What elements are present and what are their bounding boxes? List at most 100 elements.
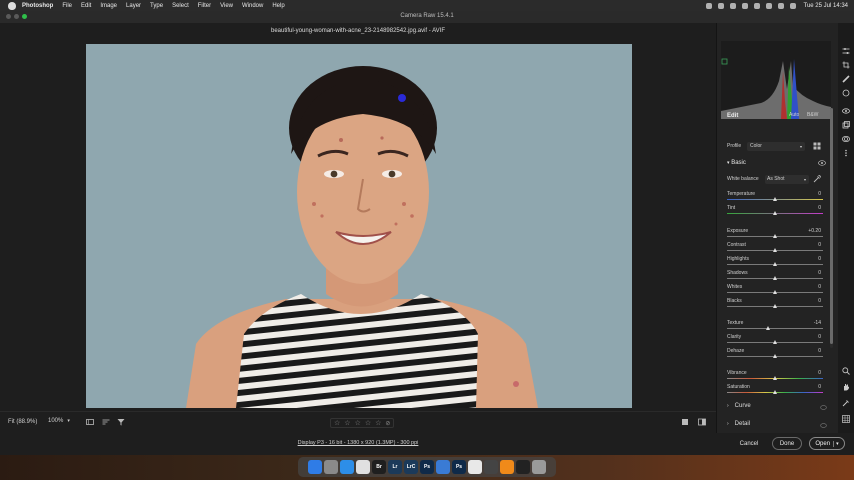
delete-flag-icon[interactable]: ⊘ [385,420,390,427]
done-button[interactable]: Done [772,437,802,450]
dock-chrome-icon[interactable] [356,460,370,474]
zoom-level-select[interactable]: 100% ▾ [48,418,70,424]
dock-launchpad-icon[interactable] [324,460,338,474]
dock-preview-icon[interactable] [436,460,450,474]
dock-terminal-icon[interactable] [516,460,530,474]
shadows-value[interactable]: 0 [818,270,821,276]
search-icon[interactable] [765,2,772,9]
contrast-value[interactable]: 0 [818,242,821,248]
eye-icon[interactable] [818,160,826,166]
detail-section-header[interactable]: › Detail [727,421,827,430]
grid-overlay-icon[interactable] [842,415,850,423]
texture-track[interactable] [727,328,823,329]
creative-cloud-icon[interactable] [717,2,724,9]
menu-help[interactable]: Help [272,3,284,9]
profile-browser-icon[interactable] [813,142,821,150]
menu-clock[interactable]: Tue 25 Jul 14:34 [804,3,848,9]
star-5[interactable]: ☆ [375,419,381,427]
tint-value[interactable]: 0 [818,205,821,211]
temperature-slider[interactable]: Temperature 0 [727,191,823,203]
more-options-icon[interactable] [842,149,850,157]
cancel-button[interactable]: Cancel [733,437,765,450]
crop-icon[interactable] [842,61,850,69]
open-button[interactable]: Open ▾ [809,437,845,450]
whites-thumb[interactable] [772,290,777,294]
filmstrip-icon[interactable] [86,418,94,426]
workflow-options-link[interactable]: Display P3 - 16 bit - 1380 x 920 (1.3MP)… [0,440,716,446]
saturation-value[interactable]: 0 [818,384,821,390]
wifi-icon[interactable] [753,2,760,9]
menu-select[interactable]: Select [172,3,189,9]
texture-thumb[interactable] [765,326,770,330]
clarity-slider[interactable]: Clarity 0 [727,334,823,346]
star-3[interactable]: ☆ [355,419,361,427]
basic-section-header[interactable]: ▾ Basic [727,160,746,166]
chevron-down-icon[interactable]: ▾ [833,440,839,447]
shadows-slider[interactable]: Shadows 0 [727,270,823,282]
headphones-icon[interactable] [729,2,736,9]
temperature-value[interactable]: 0 [818,191,821,197]
panel-scrollbar-thumb[interactable] [830,108,833,344]
star-1[interactable]: ☆ [334,419,340,427]
fit-zoom-button[interactable]: Fit (88.9%) [8,419,37,425]
dock-photoshop-icon[interactable]: Ps [420,460,434,474]
clarity-thumb[interactable] [772,340,777,344]
before-after-icon[interactable] [698,418,706,426]
menu-edit[interactable]: Edit [81,3,91,9]
star-rating[interactable]: ☆ ☆ ☆ ☆ ☆ ⊘ [330,418,395,428]
siri-icon[interactable] [789,2,796,9]
control-center-icon[interactable] [777,2,784,9]
whites-value[interactable]: 0 [818,284,821,290]
eye-icon[interactable] [820,423,827,428]
dock-bridge-icon[interactable]: Br [372,460,386,474]
star-4[interactable]: ☆ [365,419,371,427]
shadows-thumb[interactable] [772,276,777,280]
blacks-thumb[interactable] [772,304,777,308]
preview-photo[interactable] [86,44,632,408]
highlights-thumb[interactable] [772,262,777,266]
highlights-value[interactable]: 0 [818,256,821,262]
eyedropper-icon[interactable] [813,175,821,183]
masking-icon[interactable] [842,89,850,97]
highlights-slider[interactable]: Highlights 0 [727,256,823,268]
hand-tool-icon[interactable] [842,383,850,391]
dock-finder-icon[interactable] [308,460,322,474]
clarity-value[interactable]: 0 [818,334,821,340]
vibrance-value[interactable]: 0 [818,370,821,376]
tint-slider[interactable]: Tint 0 [727,205,823,217]
tint-thumb[interactable] [772,211,777,215]
star-2[interactable]: ☆ [344,419,350,427]
dock-lightroom-classic-icon[interactable]: LrC [404,460,418,474]
contrast-slider[interactable]: Contrast 0 [727,242,823,254]
dock-safari-icon[interactable] [340,460,354,474]
exposure-thumb[interactable] [773,234,778,238]
zoom-tool-icon[interactable] [842,367,850,375]
sort-icon[interactable] [102,418,110,426]
image-canvas[interactable] [0,41,716,411]
single-view-icon[interactable] [681,418,689,426]
curve-section-header[interactable]: › Curve [727,403,827,412]
texture-value[interactable]: -14 [814,320,821,326]
whites-slider[interactable]: Whites 0 [727,284,823,296]
black-white-button[interactable]: B&W [807,112,818,118]
dock-disk-utility-icon[interactable] [484,460,498,474]
menu-window[interactable]: Window [242,3,263,9]
edit-sliders-icon[interactable] [842,47,850,55]
menu-view[interactable]: View [220,3,233,9]
dock-lightroom-icon[interactable]: Lr [388,460,402,474]
menu-app-photoshop[interactable]: Photoshop [22,3,53,9]
screen-record-icon[interactable] [705,2,712,9]
dock-vlc-icon[interactable] [500,460,514,474]
menu-image[interactable]: Image [100,3,117,9]
dock-photoshop-beta-icon[interactable]: Ps [452,460,466,474]
sampler-tool-icon[interactable] [842,399,850,407]
menu-file[interactable]: File [62,3,72,9]
texture-slider[interactable]: Texture -14 [727,320,823,332]
profile-select[interactable]: Color ▾ [747,142,805,151]
contrast-thumb[interactable] [772,248,777,252]
menu-layer[interactable]: Layer [126,3,141,9]
eye-icon[interactable] [820,405,827,410]
vibrance-slider[interactable]: Vibrance 0 [727,370,823,382]
temperature-thumb[interactable] [772,197,777,201]
exposure-slider[interactable]: Exposure +0.20 [727,228,823,240]
